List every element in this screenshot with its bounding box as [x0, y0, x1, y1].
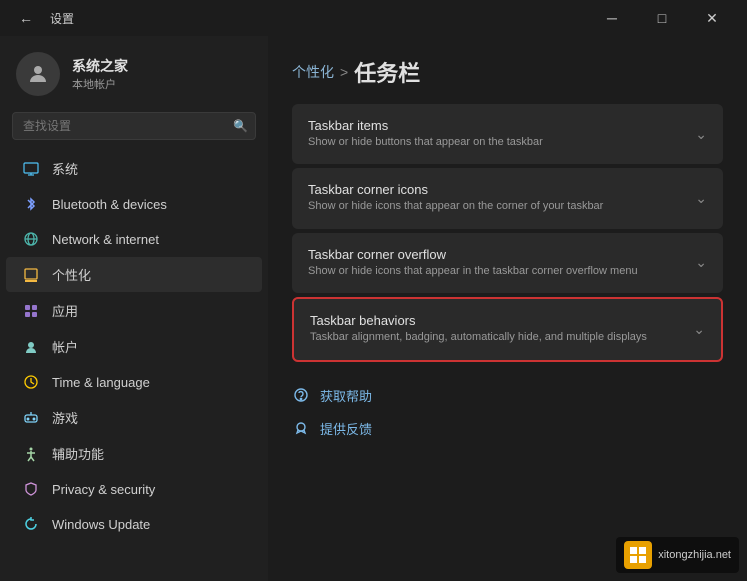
- sidebar-item-label: 帐户: [52, 337, 78, 356]
- accounts-icon: [22, 338, 40, 356]
- bluetooth-icon: [22, 195, 40, 213]
- card-desc: Show or hide icons that appear in the ta…: [308, 264, 638, 279]
- sidebar-item-label: 辅助功能: [52, 444, 104, 463]
- username: 系统之家: [72, 56, 128, 76]
- network-icon: [22, 230, 40, 248]
- card-title: Taskbar corner overflow: [308, 247, 638, 262]
- help-link-label: 获取帮助: [320, 386, 372, 405]
- breadcrumb: 个性化 > 任务栏: [292, 56, 723, 88]
- settings-card-taskbar-behaviors[interactable]: Taskbar behaviors Taskbar alignment, bad…: [292, 297, 723, 361]
- sidebar-item-privacy[interactable]: Privacy & security: [6, 472, 262, 506]
- sidebar-item-system[interactable]: 系统: [6, 151, 262, 186]
- nav-list: 系统 Bluetooth & devices Network & interne…: [0, 148, 268, 581]
- watermark-text: xitongzhijia.net: [658, 549, 731, 561]
- watermark-icon: [624, 541, 652, 569]
- feedback-icon: [292, 419, 310, 437]
- maximize-button[interactable]: □: [639, 3, 685, 33]
- help-link-label: 提供反馈: [320, 419, 372, 438]
- close-button[interactable]: ✕: [689, 3, 735, 33]
- sidebar-item-accounts[interactable]: 帐户: [6, 329, 262, 364]
- card-desc: Show or hide buttons that appear on the …: [308, 135, 543, 150]
- sidebar-item-label: Network & internet: [52, 232, 159, 247]
- gaming-icon: [22, 409, 40, 427]
- breadcrumb-separator: >: [340, 64, 348, 80]
- card-desc: Show or hide icons that appear on the co…: [308, 199, 603, 214]
- back-button[interactable]: ←: [12, 4, 40, 32]
- personalize-icon: [22, 266, 40, 284]
- settings-card-taskbar-corner-overflow[interactable]: Taskbar corner overflow Show or hide ico…: [292, 233, 723, 293]
- sidebar-item-label: Privacy & security: [52, 482, 155, 497]
- sidebar-item-accessibility[interactable]: 辅助功能: [6, 436, 262, 471]
- search-box: 🔍: [12, 112, 256, 140]
- sidebar-item-label: Windows Update: [52, 517, 150, 532]
- title-bar-left: ← 设置: [12, 4, 74, 32]
- help-link-get-help[interactable]: 获取帮助: [292, 382, 723, 409]
- update-icon: [22, 515, 40, 533]
- app-body: 系统之家 本地帐户 🔍 系统 Bluetooth & devices Netwo…: [0, 36, 747, 581]
- search-input[interactable]: [12, 112, 256, 140]
- system-icon: [22, 160, 40, 178]
- chevron-down-icon: ⌄: [695, 254, 707, 271]
- time-icon: [22, 373, 40, 391]
- main-content: 个性化 > 任务栏 Taskbar items Show or hide but…: [268, 36, 747, 581]
- sidebar-item-bluetooth[interactable]: Bluetooth & devices: [6, 187, 262, 221]
- sidebar-item-apps[interactable]: 应用: [6, 293, 262, 328]
- window-controls: ─ □ ✕: [589, 3, 735, 33]
- sidebar-item-label: Time & language: [52, 375, 150, 390]
- chevron-down-icon: ⌄: [695, 190, 707, 207]
- title-bar: ← 设置 ─ □ ✕: [0, 0, 747, 36]
- sidebar-item-time[interactable]: Time & language: [6, 365, 262, 399]
- help-link-feedback[interactable]: 提供反馈: [292, 415, 723, 442]
- avatar: [16, 52, 60, 96]
- accessibility-icon: [22, 445, 40, 463]
- sidebar: 系统之家 本地帐户 🔍 系统 Bluetooth & devices Netwo…: [0, 36, 268, 581]
- sidebar-item-label: 系统: [52, 159, 78, 178]
- privacy-icon: [22, 480, 40, 498]
- user-info: 系统之家 本地帐户: [72, 56, 128, 92]
- card-title: Taskbar behaviors: [310, 313, 647, 328]
- apps-icon: [22, 302, 40, 320]
- sidebar-item-label: 游戏: [52, 408, 78, 427]
- sidebar-item-label: Bluetooth & devices: [52, 197, 167, 212]
- card-desc: Taskbar alignment, badging, automaticall…: [310, 330, 647, 345]
- breadcrumb-current: 任务栏: [354, 56, 420, 88]
- card-title: Taskbar items: [308, 118, 543, 133]
- card-text: Taskbar items Show or hide buttons that …: [308, 118, 543, 150]
- sidebar-item-label: 个性化: [52, 265, 91, 284]
- help-links: 获取帮助 提供反馈: [292, 382, 723, 442]
- sidebar-item-personalize[interactable]: 个性化: [6, 257, 262, 292]
- sidebar-item-network[interactable]: Network & internet: [6, 222, 262, 256]
- user-profile[interactable]: 系统之家 本地帐户: [0, 36, 268, 108]
- card-title: Taskbar corner icons: [308, 182, 603, 197]
- watermark: xitongzhijia.net: [616, 537, 739, 573]
- app-title: 设置: [50, 10, 74, 27]
- get-help-icon: [292, 386, 310, 404]
- sidebar-item-gaming[interactable]: 游戏: [6, 400, 262, 435]
- chevron-down-icon: ⌄: [695, 126, 707, 143]
- settings-card-taskbar-items[interactable]: Taskbar items Show or hide buttons that …: [292, 104, 723, 164]
- card-text: Taskbar corner overflow Show or hide ico…: [308, 247, 638, 279]
- settings-list: Taskbar items Show or hide buttons that …: [292, 104, 723, 362]
- chevron-down-icon: ⌄: [693, 321, 705, 338]
- sidebar-item-label: 应用: [52, 301, 78, 320]
- sidebar-item-update[interactable]: Windows Update: [6, 507, 262, 541]
- user-subtitle: 本地帐户: [72, 76, 128, 92]
- card-text: Taskbar behaviors Taskbar alignment, bad…: [310, 313, 647, 345]
- breadcrumb-parent[interactable]: 个性化: [292, 62, 334, 82]
- settings-card-taskbar-corner-icons[interactable]: Taskbar corner icons Show or hide icons …: [292, 168, 723, 228]
- card-text: Taskbar corner icons Show or hide icons …: [308, 182, 603, 214]
- search-icon: 🔍: [233, 119, 248, 133]
- minimize-button[interactable]: ─: [589, 3, 635, 33]
